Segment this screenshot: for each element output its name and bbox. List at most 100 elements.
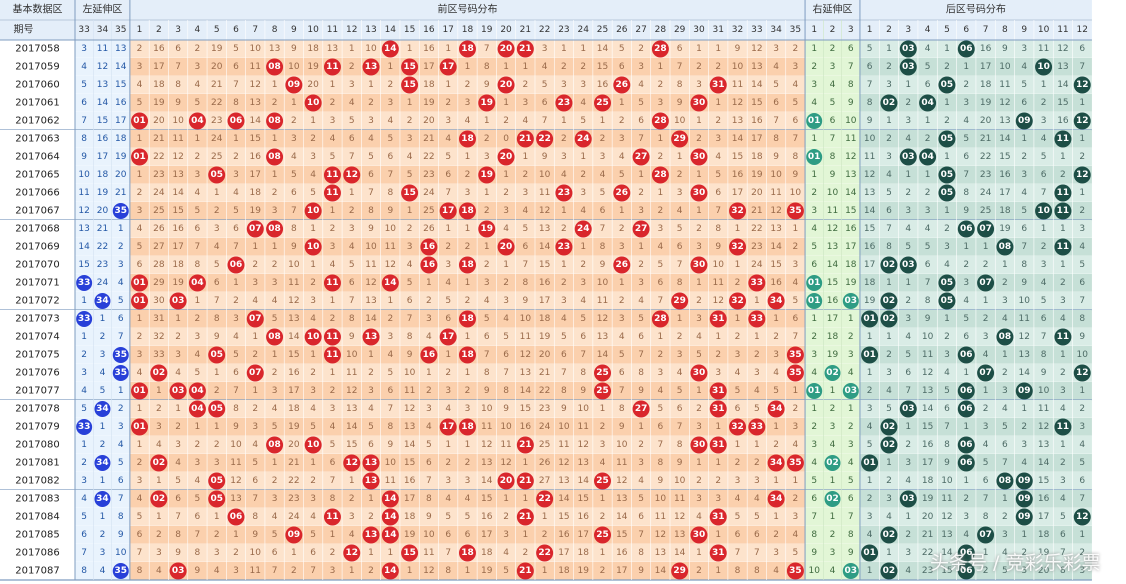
front-missing-value: 5 bbox=[638, 98, 644, 108]
back-missing-value: 15 bbox=[999, 152, 1010, 162]
front-missing-value: 2 bbox=[600, 422, 606, 432]
front-missing-value: 16 bbox=[751, 116, 763, 126]
back-missing-value: 11 bbox=[922, 350, 933, 360]
front-missing-value: 11 bbox=[250, 62, 261, 72]
back-missing-value: 1 bbox=[983, 296, 989, 306]
front-missing-value: 4 bbox=[445, 278, 451, 288]
front-ball-label: 14 bbox=[384, 44, 397, 54]
back-ball-label: 10 bbox=[1037, 62, 1050, 72]
front-missing-value: 3 bbox=[715, 134, 721, 144]
front-missing-value: 9 bbox=[407, 350, 413, 360]
front-missing-value: 16 bbox=[250, 152, 262, 162]
right-zone-value: 18 bbox=[827, 332, 839, 342]
right-zone-value: 15 bbox=[845, 206, 856, 216]
front-ball-label: 19 bbox=[480, 98, 493, 108]
front-missing-value: 9 bbox=[349, 332, 355, 342]
front-missing-value: 9 bbox=[175, 98, 181, 108]
right-zone-value: 3 bbox=[848, 440, 854, 450]
front-missing-value: 3 bbox=[310, 296, 316, 306]
front-missing-value: 4 bbox=[638, 476, 644, 486]
back-missing-value: 1 bbox=[1041, 80, 1047, 90]
front-missing-value: 7 bbox=[330, 476, 336, 486]
front-missing-value: 9 bbox=[368, 224, 374, 234]
front-missing-value: 5 bbox=[137, 242, 143, 252]
front-missing-value: 2 bbox=[330, 314, 336, 324]
front-missing-value: 33 bbox=[153, 350, 164, 360]
right-zone-ball-label: 01 bbox=[808, 278, 821, 288]
front-missing-value: 3 bbox=[426, 404, 432, 414]
front-ball-label: 08 bbox=[268, 152, 281, 162]
back-missing-value: 1 bbox=[867, 332, 873, 342]
front-missing-value: 7 bbox=[445, 548, 451, 558]
back-missing-value: 13 bbox=[941, 530, 952, 540]
back-missing-value: 12 bbox=[941, 512, 952, 522]
left-zone-value: 22 bbox=[97, 242, 108, 252]
front-missing-value: 4 bbox=[561, 170, 567, 180]
header-group-basic: 基本数据区 bbox=[13, 3, 63, 16]
left-zone-value: 3 bbox=[81, 44, 87, 54]
back-missing-value: 1 bbox=[1002, 260, 1008, 270]
front-missing-value: 7 bbox=[195, 530, 201, 540]
front-missing-value: 9 bbox=[252, 530, 258, 540]
left-zone-value: 5 bbox=[100, 386, 106, 396]
front-missing-value: 3 bbox=[272, 206, 278, 216]
front-missing-value: 2 bbox=[407, 224, 413, 234]
front-missing-value: 22 bbox=[423, 152, 434, 162]
front-missing-value: 3 bbox=[793, 62, 799, 72]
back-ball-label: 02 bbox=[883, 296, 896, 306]
front-missing-value: 1 bbox=[368, 494, 374, 504]
front-missing-value: 29 bbox=[153, 278, 165, 288]
front-missing-value: 17 bbox=[423, 62, 434, 72]
front-missing-value: 5 bbox=[542, 80, 548, 90]
front-missing-value: 1 bbox=[175, 404, 181, 414]
front-missing-value: 3 bbox=[793, 422, 799, 432]
front-missing-value: 16 bbox=[404, 476, 416, 486]
header-front-col: 21 bbox=[520, 25, 531, 35]
back-missing-value: 14 bbox=[1019, 368, 1031, 378]
front-missing-value: 5 bbox=[233, 44, 239, 54]
front-missing-value: 1 bbox=[503, 494, 509, 504]
period-label: 2017084 bbox=[15, 512, 60, 523]
front-missing-value: 2 bbox=[580, 62, 586, 72]
front-missing-value: 3 bbox=[715, 368, 721, 378]
right-zone-value: 7 bbox=[811, 512, 817, 522]
front-missing-value: 3 bbox=[445, 476, 451, 486]
front-missing-value: 2 bbox=[252, 260, 258, 270]
front-missing-value: 3 bbox=[445, 116, 451, 126]
front-missing-value: 3 bbox=[522, 98, 528, 108]
front-missing-value: 1 bbox=[137, 404, 143, 414]
front-missing-value: 6 bbox=[658, 278, 664, 288]
left-zone-ball-label: 33 bbox=[78, 422, 91, 432]
header-back-col: 3 bbox=[905, 25, 911, 35]
right-zone-value: 17 bbox=[845, 242, 856, 252]
front-missing-value: 6 bbox=[426, 458, 432, 468]
front-missing-value: 3 bbox=[330, 116, 336, 126]
front-missing-value: 8 bbox=[484, 62, 490, 72]
front-missing-value: 8 bbox=[195, 548, 201, 558]
front-missing-value: 5 bbox=[310, 422, 316, 432]
back-missing-value: 2 bbox=[1021, 422, 1027, 432]
period-label: 2017066 bbox=[15, 188, 60, 199]
front-missing-value: 1 bbox=[638, 170, 644, 180]
front-missing-value: 12 bbox=[520, 350, 531, 360]
front-ball-label: 04 bbox=[191, 404, 204, 414]
left-zone-value: 6 bbox=[81, 98, 87, 108]
back-ball-label: 11 bbox=[1057, 206, 1070, 216]
back-missing-value: 4 bbox=[925, 44, 931, 54]
front-missing-value: 3 bbox=[658, 98, 664, 108]
front-missing-value: 17 bbox=[153, 62, 164, 72]
front-missing-value: 3 bbox=[195, 170, 201, 180]
back-missing-value: 2 bbox=[1060, 170, 1066, 180]
front-missing-value: 14 bbox=[365, 314, 377, 324]
front-missing-value: 5 bbox=[407, 170, 413, 180]
front-ball-label: 09 bbox=[288, 80, 301, 90]
front-missing-value: 5 bbox=[503, 332, 509, 342]
back-ball-label: 07 bbox=[979, 530, 992, 540]
back-missing-value: 3 bbox=[1002, 296, 1008, 306]
right-zone-value: 9 bbox=[848, 548, 854, 558]
left-zone-value: 1 bbox=[81, 332, 87, 342]
header-back-col: 4 bbox=[925, 25, 931, 35]
right-zone-value: 10 bbox=[845, 116, 857, 126]
front-ball-label: 25 bbox=[596, 530, 609, 540]
front-missing-value: 1 bbox=[214, 368, 220, 378]
